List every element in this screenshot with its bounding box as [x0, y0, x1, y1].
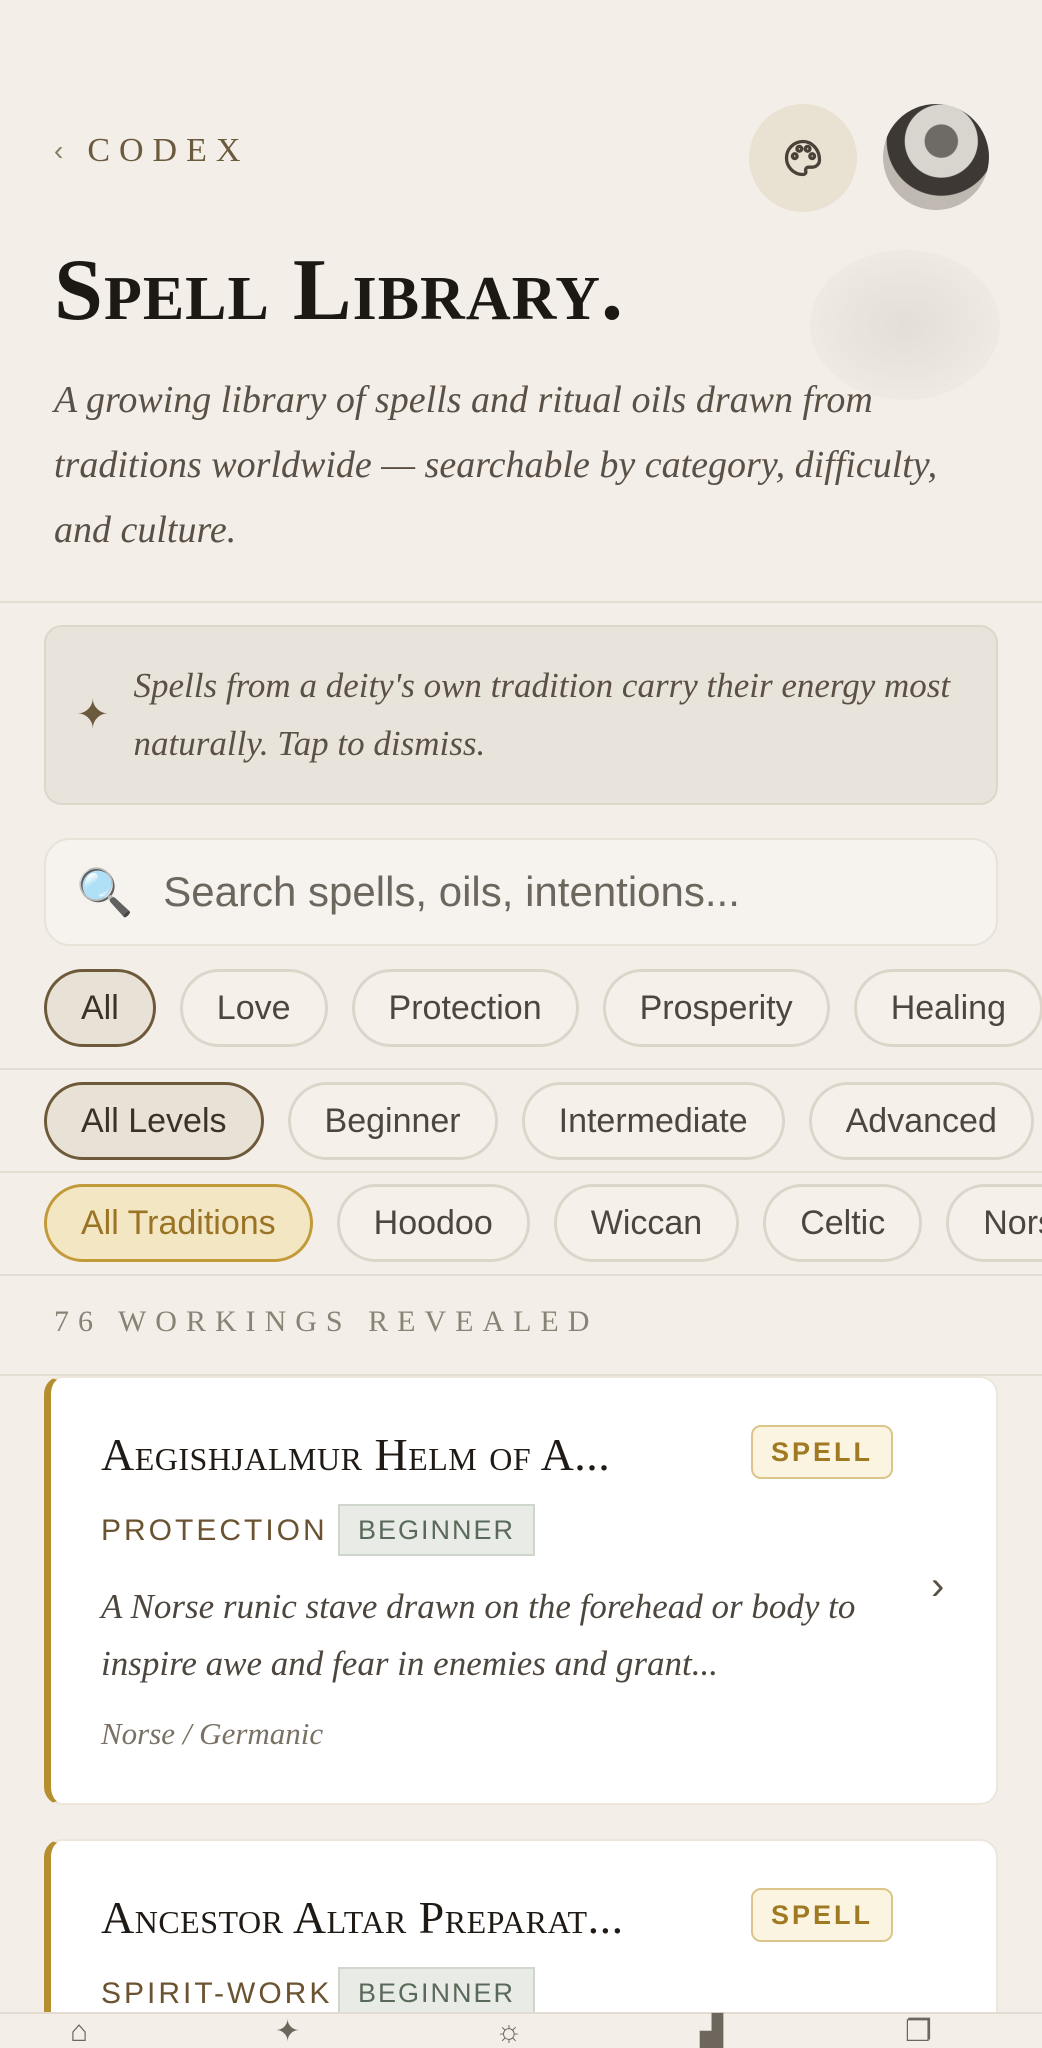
level-filter-row: All Levels Beginner Intermediate Advance… — [44, 1082, 1034, 1160]
level-badge: BEGINNER — [338, 1504, 536, 1556]
category-label: PROTECTION — [101, 1514, 328, 1547]
type-badge: SPELL — [751, 1425, 894, 1479]
chip-tradition-all[interactable]: All Traditions — [44, 1184, 313, 1262]
nav-sun-icon[interactable]: ☼ — [495, 2014, 523, 2048]
card-description: A Norse runic stave drawn on the forehea… — [101, 1587, 856, 1683]
nav-sparkles-icon[interactable]: ✦ — [275, 2014, 300, 2048]
chip-category-protection[interactable]: Protection — [351, 969, 579, 1047]
theme-palette-button[interactable] — [749, 104, 857, 212]
chip-level-advanced[interactable]: Advanced — [808, 1082, 1034, 1160]
page-title: Spell Library. — [54, 242, 624, 339]
nav-altar-icon[interactable]: ▟ — [700, 2014, 723, 2048]
card-title: Ancestor Altar Preparat... — [101, 1892, 624, 1943]
sparkle-icon: ✦ — [76, 693, 110, 737]
tip-text: Spells from a deity's own tradition carr… — [133, 666, 951, 763]
type-badge: SPELL — [751, 1888, 894, 1942]
bottom-nav: ⌂ ✦ ☼ ▟ ❐ — [0, 2012, 1042, 2048]
chip-tradition-hoodoo[interactable]: Hoodoo — [336, 1184, 530, 1262]
chip-category-healing[interactable]: Healing — [853, 969, 1042, 1047]
divider — [0, 601, 1042, 603]
nav-home-icon[interactable]: ⌂ — [70, 2014, 88, 2048]
page-subtitle: A growing library of spells and ritual o… — [54, 379, 938, 551]
chip-tradition-norse[interactable]: Nors — [946, 1184, 1042, 1262]
chevron-right-icon: › — [931, 1564, 945, 1608]
chip-tradition-celtic[interactable]: Celtic — [763, 1184, 923, 1262]
category-filter-row: All Love Protection Prosperity Healing — [44, 969, 1042, 1047]
palette-icon — [784, 139, 822, 177]
chip-level-beginner[interactable]: Beginner — [287, 1082, 498, 1160]
chevron-left-icon: ‹ — [54, 135, 64, 166]
search-bar[interactable]: 🔍 — [44, 838, 998, 946]
divider — [0, 1274, 1042, 1276]
search-input[interactable] — [163, 868, 964, 916]
chip-level-all[interactable]: All Levels — [44, 1082, 264, 1160]
back-link[interactable]: ‹ CODEX — [54, 132, 249, 170]
chip-level-intermediate[interactable]: Intermediate — [521, 1082, 785, 1160]
chip-category-prosperity[interactable]: Prosperity — [602, 969, 830, 1047]
chip-category-love[interactable]: Love — [179, 969, 328, 1047]
results-count: 76 WORKINGS REVEALED — [54, 1305, 599, 1338]
tradition-tip-banner[interactable]: ✦ Spells from a deity's own tradition ca… — [44, 625, 998, 805]
spell-card[interactable]: Aegishjalmur Helm of A... SPELL PROTECTI… — [44, 1376, 998, 1805]
card-title: Aegishjalmur Helm of A... — [101, 1429, 611, 1480]
tradition-filter-row: All Traditions Hoodoo Wiccan Celtic Nors — [44, 1184, 1042, 1262]
divider — [0, 1171, 1042, 1173]
divider — [0, 1068, 1042, 1070]
nav-book-icon[interactable]: ❐ — [905, 2014, 932, 2048]
avatar[interactable] — [883, 104, 989, 210]
back-label: CODEX — [87, 132, 250, 169]
search-icon: 🔍 — [76, 865, 134, 918]
chip-category-all[interactable]: All — [44, 969, 156, 1047]
chip-tradition-wiccan[interactable]: Wiccan — [553, 1184, 740, 1262]
category-label: SPIRIT-WORK — [101, 1977, 333, 2010]
card-tradition: Norse / Germanic — [101, 1716, 324, 1751]
